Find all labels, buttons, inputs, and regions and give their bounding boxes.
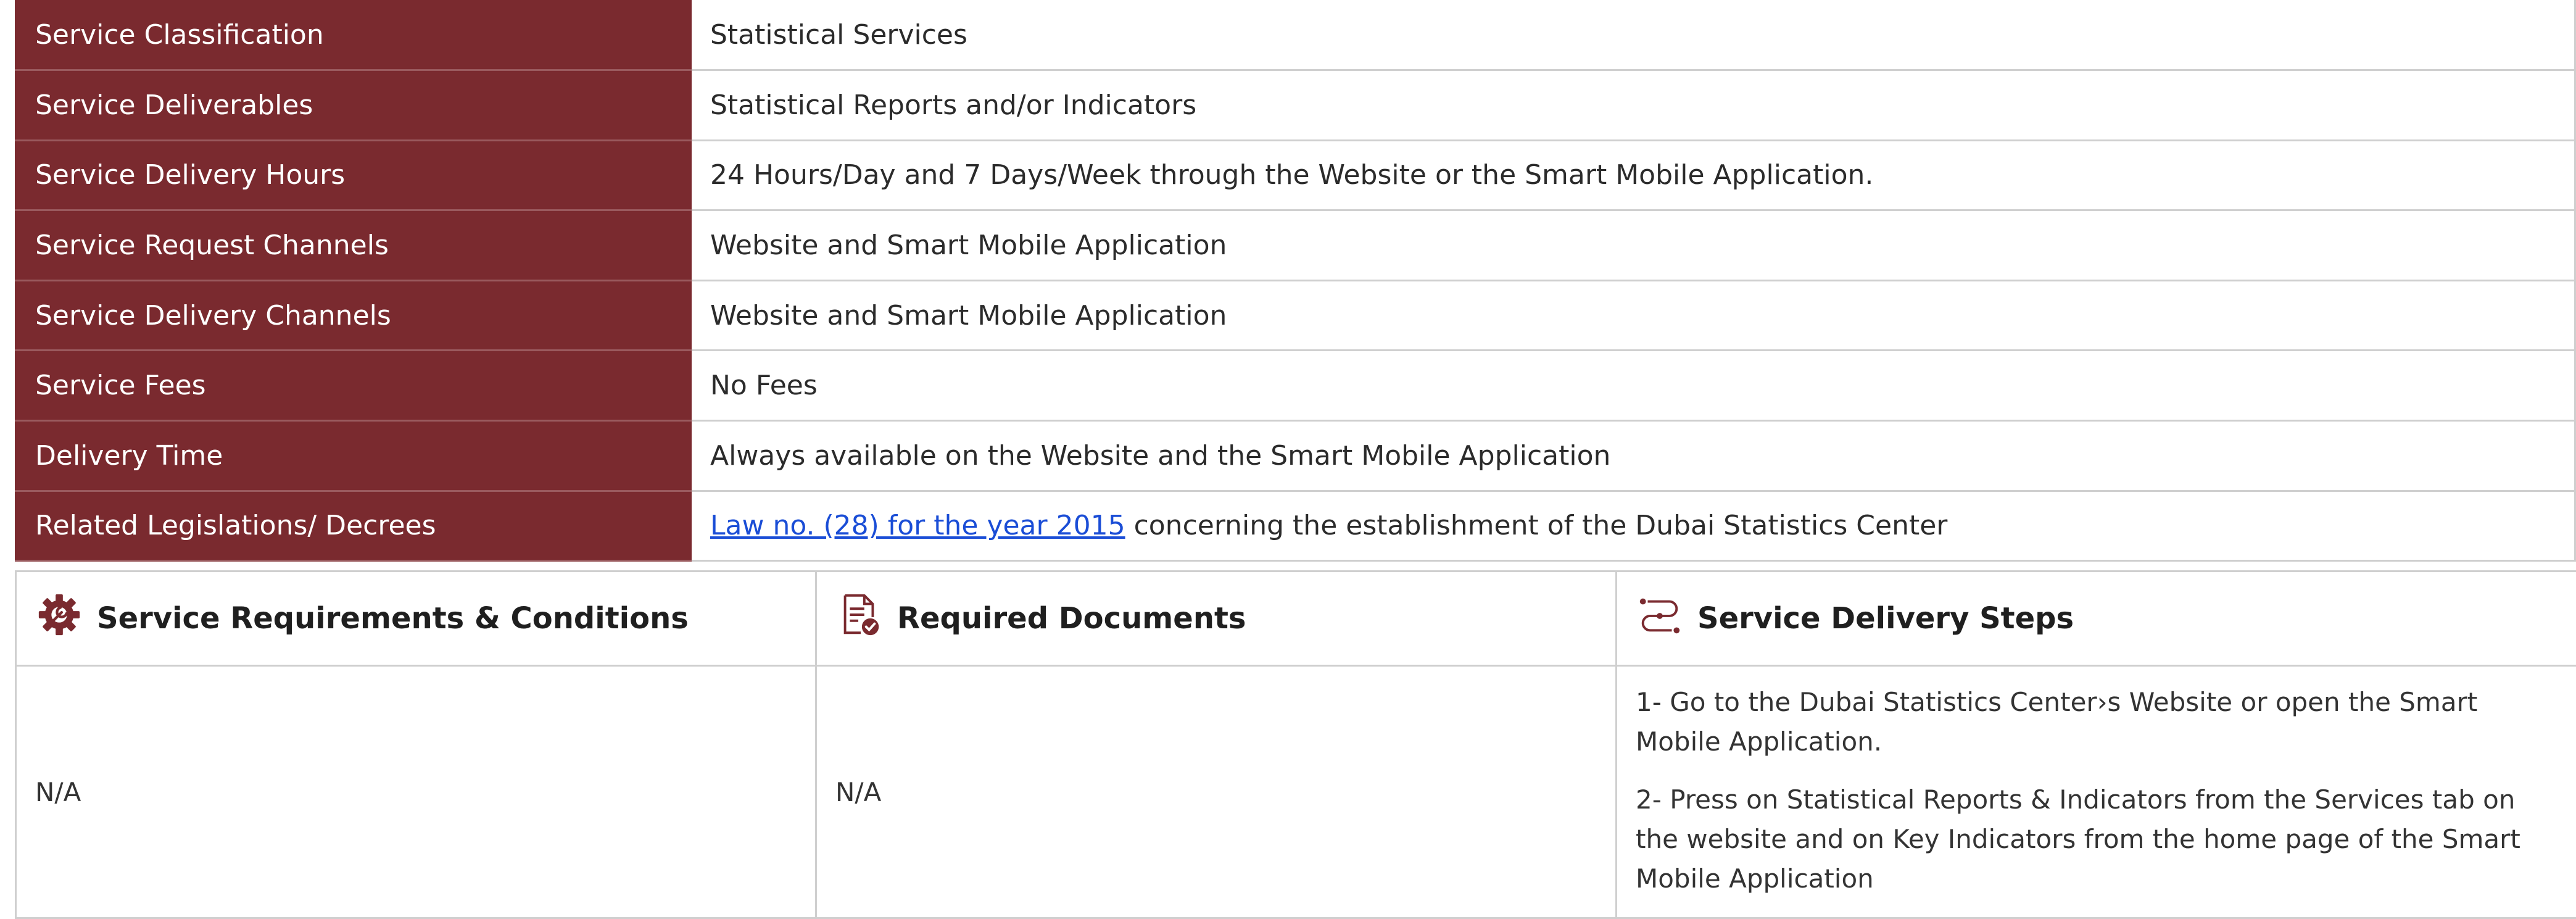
row-label: Service Deliverables [16,70,691,141]
requirements-header: Service Requirements & Conditions [16,572,816,666]
table-row: Service Classification Statistical Servi… [16,0,2575,70]
row-value: No Fees [691,351,2575,421]
documents-content: N/A [816,666,1617,918]
row-value: Law no. (28) for the year 2015 concernin… [691,491,2575,561]
row-label: Service Fees [16,351,691,421]
documents-title: Required Documents [897,601,1246,636]
steps-title: Service Delivery Steps [1697,601,2074,636]
table-row: Service Deliverables Statistical Reports… [16,70,2575,141]
document-check-icon [835,591,884,646]
row-value: Website and Smart Mobile Application [691,210,2575,281]
row-label: Service Request Channels [16,210,691,281]
law-description: concerning the establishment of the Duba… [1125,510,1948,541]
table-row: Service Delivery Channels Website and Sm… [16,280,2575,351]
requirements-content: N/A [16,666,816,918]
service-info-table: Service Classification Statistical Servi… [15,0,2576,562]
step-item: 1- Go to the Dubai Statistics Center›s W… [1636,683,2557,762]
row-value: Website and Smart Mobile Application [691,280,2575,351]
service-steps-table: Service Requirements & Conditions [15,570,2576,919]
gear-icon [35,591,83,646]
table-row: Service Delivery Hours 24 Hours/Day and … [16,140,2575,210]
row-value: Statistical Reports and/or Indicators [691,70,2575,141]
table-row: Service Request Channels Website and Sma… [16,210,2575,281]
row-value: 24 Hours/Day and 7 Days/Week through the… [691,140,2575,210]
table-row: Related Legislations/ Decrees Law no. (2… [16,491,2575,561]
row-label: Service Delivery Channels [16,280,691,351]
law-link[interactable]: Law no. (28) for the year 2015 [710,510,1125,541]
route-steps-icon [1636,591,1684,646]
documents-header: Required Documents [816,572,1617,666]
row-label: Delivery Time [16,421,691,491]
row-label: Related Legislations/ Decrees [16,491,691,561]
table-row: Service Fees No Fees [16,351,2575,421]
steps-header: Service Delivery Steps [1617,572,2576,666]
steps-content: 1- Go to the Dubai Statistics Center›s W… [1617,666,2576,918]
step-item: 2- Press on Statistical Reports & Indica… [1636,780,2557,899]
row-label: Service Delivery Hours [16,140,691,210]
row-value: Always available on the Website and the … [691,421,2575,491]
requirements-title: Service Requirements & Conditions [97,601,689,636]
row-label: Service Classification [16,0,691,70]
table-row: Delivery Time Always available on the We… [16,421,2575,491]
row-value: Statistical Services [691,0,2575,70]
